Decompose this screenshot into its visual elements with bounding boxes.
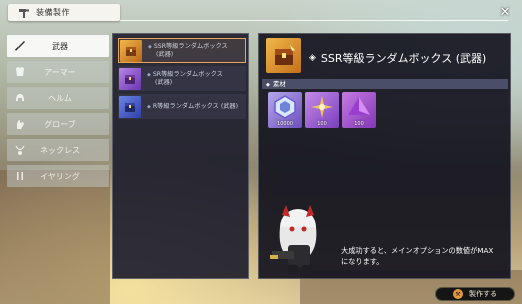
recipe-detail-panel: ◈ SSR等級ランダムボックス (武器) ◆素材 10000 100 100 <box>258 33 511 279</box>
material-qty: 100 <box>317 121 327 127</box>
armor-icon <box>13 65 27 79</box>
item-title: SSR等級ランダムボックス (武器) <box>320 52 487 65</box>
material-qty: 10000 <box>277 121 293 127</box>
treasure-box-icon <box>119 95 141 118</box>
glove-icon <box>13 117 27 131</box>
list-item-label: SSR等級ランダムボックス <box>153 42 228 50</box>
list-item[interactable]: ◆ R等級ランダムボックス (武器) <box>118 94 246 119</box>
list-item-sublabel: (武器) <box>156 50 174 58</box>
diamond-bullet-icon: ◆ <box>266 82 270 88</box>
sidebar-item-weapon[interactable]: 武器 <box>7 35 109 57</box>
cross-star-icon <box>311 96 333 118</box>
sidebar-item-glove[interactable]: グローブ <box>7 113 109 135</box>
sidebar-item-helm[interactable]: ヘルム <box>7 87 109 109</box>
page-title: 装備製作 <box>36 8 70 17</box>
sidebar: 武器 アーマー ヘルム グローブ ネックレス イヤリング <box>7 35 109 191</box>
diamond-icon: ◈ <box>309 53 316 63</box>
hammer-icon: ⚒ <box>453 289 463 299</box>
sidebar-item-necklace[interactable]: ネックレス <box>7 139 109 161</box>
message-line: 大成功すると、メインオプションの数値がMAX <box>341 246 494 255</box>
make-button[interactable]: ⚒ 製作する <box>435 287 515 301</box>
recipe-list-panel: ◆ SSR等級ランダムボックス (武器) ◆ SR等級ランダムボックス (武器) ◆… <box>112 33 249 279</box>
material-slot[interactable]: 100 <box>342 92 376 128</box>
necklace-icon <box>13 143 27 157</box>
list-item-label: SR等級ランダムボックス <box>152 70 223 78</box>
earring-icon <box>13 169 27 183</box>
material-slot[interactable]: 100 <box>305 92 339 128</box>
title-bar: 装備製作 <box>8 4 120 21</box>
mascot-character <box>270 205 317 273</box>
crystal-emblem-icon <box>274 95 296 119</box>
header-divider <box>120 20 508 21</box>
list-item-label: R等級ランダムボックス (武器) <box>152 102 239 110</box>
sword-icon <box>13 39 27 53</box>
materials-label: 素材 <box>272 80 286 88</box>
sidebar-item-armor[interactable]: アーマー <box>7 61 109 83</box>
treasure-box-icon <box>266 38 301 73</box>
sidebar-item-earring[interactable]: イヤリング <box>7 165 109 187</box>
make-button-label: 製作する <box>469 290 497 298</box>
hammer-icon <box>19 8 29 18</box>
treasure-box-icon <box>119 67 141 90</box>
list-item[interactable]: ◆ SR等級ランダムボックス (武器) <box>118 66 246 91</box>
list-item-sublabel: (武器) <box>155 78 173 86</box>
pyramid-icon <box>348 97 370 115</box>
list-item[interactable]: ◆ SSR等級ランダムボックス (武器) <box>118 38 246 63</box>
treasure-box-icon <box>120 39 142 62</box>
material-qty: 100 <box>354 121 364 127</box>
material-slot[interactable]: 10000 <box>268 92 302 128</box>
helm-icon <box>13 91 27 105</box>
close-icon[interactable]: ✕ <box>498 6 512 20</box>
message-line: になります。 <box>341 257 384 266</box>
